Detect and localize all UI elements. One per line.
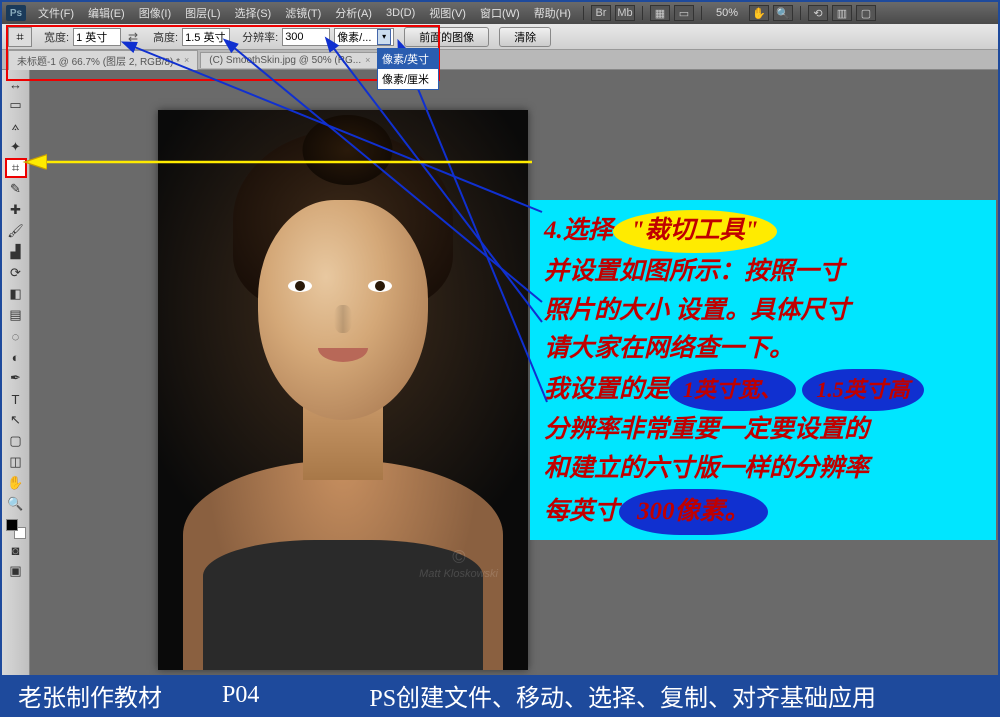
workspace: ↔ ▭ ⟑ ✦ ⌗ ✎ ✚ 🖌 ▟ ⟳ ◧ ▤ ◌ ◐ ✒ T ↖ ▢ ◫ ✋ …: [2, 70, 998, 675]
wand-tool[interactable]: ✦: [5, 137, 27, 157]
unit-dropdown-menu: 像素/英寸 像素/厘米: [377, 48, 439, 90]
height-label: 高度:: [153, 29, 178, 45]
launch-mb-icon[interactable]: Mb: [615, 5, 635, 21]
healing-tool[interactable]: ✚: [5, 200, 27, 220]
annot-text: 4.选择: [544, 212, 613, 251]
menu-edit[interactable]: 编辑(E): [82, 3, 131, 23]
dodge-tool[interactable]: ◐: [5, 347, 27, 367]
color-swatches[interactable]: [6, 519, 26, 539]
watermark: © Matt Kloskowski: [419, 547, 498, 580]
toolbox: ↔ ▭ ⟑ ✦ ⌗ ✎ ✚ 🖌 ▟ ⟳ ◧ ▤ ◌ ◐ ✒ T ↖ ▢ ◫ ✋ …: [2, 70, 30, 675]
document-tab[interactable]: (C) SmoothSkin.jpg @ 50% (RG... ×: [200, 52, 379, 68]
menu-help[interactable]: 帮助(H): [528, 3, 577, 23]
stamp-tool[interactable]: ▟: [5, 242, 27, 262]
canvas[interactable]: © Matt Kloskowski 4.选择 "裁切工具" 并设置如图所示：按照…: [30, 70, 998, 675]
menu-view[interactable]: 视图(V): [423, 3, 472, 23]
footer-page: P04: [222, 682, 259, 709]
options-bar: ⌗ 宽度: ⇄ 高度: 分辨率: 像素/... ▾ 前面的图像 清除 像素/英寸…: [2, 24, 998, 50]
resolution-input[interactable]: [282, 28, 330, 46]
width-input[interactable]: [73, 28, 121, 46]
annot-highlight: "裁切工具": [613, 210, 777, 253]
annot-highlight: 1英寸宽、: [669, 369, 796, 411]
arrange-docs-icon[interactable]: ▥: [832, 5, 852, 21]
document-image: © Matt Kloskowski: [158, 110, 528, 670]
separator: [583, 6, 584, 20]
close-icon[interactable]: ×: [184, 55, 189, 65]
annot-text: 我设置的是: [544, 371, 669, 410]
menu-3d[interactable]: 3D(D): [380, 5, 421, 21]
screen-mode-icon[interactable]: ▢: [856, 5, 876, 21]
annot-highlight: 300像素。: [619, 489, 768, 536]
pen-tool[interactable]: ✒: [5, 368, 27, 388]
annot-text: 并设置如图所示：按照一寸: [544, 253, 982, 292]
chevron-down-icon: ▾: [377, 29, 391, 45]
close-icon[interactable]: ×: [365, 55, 370, 65]
unit-option-inch[interactable]: 像素/英寸: [378, 49, 438, 69]
crop-tool-preset-icon[interactable]: ⌗: [8, 27, 32, 47]
menu-layer[interactable]: 图层(L): [179, 3, 226, 23]
annotation-panel: 4.选择 "裁切工具" 并设置如图所示：按照一寸 照片的大小 设置。具体尺寸 请…: [530, 200, 996, 540]
move-tool[interactable]: ↔: [5, 74, 27, 94]
gradient-tool[interactable]: ▤: [5, 305, 27, 325]
tutorial-footer: 老张制作教材 P04 PS创建文件、移动、选择、复制、对齐基础应用: [2, 675, 998, 715]
dropdown-value: 像素/...: [337, 29, 371, 45]
path-tool[interactable]: ↖: [5, 410, 27, 430]
menu-analysis[interactable]: 分析(A): [329, 3, 378, 23]
annot-text: 请大家在网络查一下。: [544, 330, 982, 369]
menu-file[interactable]: 文件(F): [32, 3, 80, 23]
menu-filter[interactable]: 滤镜(T): [279, 3, 327, 23]
height-input[interactable]: [182, 28, 230, 46]
annot-text: 照片的大小 设置。具体尺寸: [544, 292, 982, 331]
hand-tool-icon[interactable]: ✋: [749, 5, 769, 21]
quickmask-icon[interactable]: ◙: [5, 540, 27, 560]
annot-text: 分辨率非常重要一定要设置的: [544, 411, 982, 450]
footer-author: 老张制作教材: [18, 678, 162, 713]
clear-button[interactable]: 清除: [499, 27, 551, 47]
separator: [800, 6, 801, 20]
menu-select[interactable]: 选择(S): [229, 3, 278, 23]
front-image-button[interactable]: 前面的图像: [404, 27, 489, 47]
view-extras-icon[interactable]: ▦: [650, 5, 670, 21]
shape-tool[interactable]: ▢: [5, 431, 27, 451]
unit-option-cm[interactable]: 像素/厘米: [378, 69, 438, 89]
marquee-tool[interactable]: ▭: [5, 95, 27, 115]
document-tab[interactable]: 未标题-1 @ 66.7% (图层 2, RGB/8) * ×: [8, 50, 198, 70]
crop-tool[interactable]: ⌗: [5, 158, 27, 178]
eyedropper-tool[interactable]: ✎: [5, 179, 27, 199]
zoom-level[interactable]: 50%: [708, 7, 746, 19]
hand-tool[interactable]: ✋: [5, 473, 27, 493]
foreground-color[interactable]: [6, 519, 18, 531]
swap-dimensions-icon[interactable]: ⇄: [125, 30, 141, 44]
separator: [701, 6, 702, 20]
lasso-tool[interactable]: ⟑: [5, 116, 27, 136]
footer-title: PS创建文件、移动、选择、复制、对齐基础应用: [369, 678, 876, 713]
width-label: 宽度:: [44, 29, 69, 45]
resolution-label: 分辨率:: [242, 29, 278, 45]
rotate-view-icon[interactable]: ⟲: [808, 5, 828, 21]
resolution-unit-dropdown[interactable]: 像素/... ▾: [334, 28, 394, 46]
menubar: Ps 文件(F) 编辑(E) 图像(I) 图层(L) 选择(S) 滤镜(T) 分…: [2, 2, 998, 24]
view-rulers-icon[interactable]: ▭: [674, 5, 694, 21]
zoom-tool[interactable]: 🔍: [5, 494, 27, 514]
tab-label: (C) SmoothSkin.jpg @ 50% (RG...: [209, 55, 361, 66]
3d-tool[interactable]: ◫: [5, 452, 27, 472]
document-tabs: 未标题-1 @ 66.7% (图层 2, RGB/8) * × (C) Smoo…: [2, 50, 998, 70]
separator: [642, 6, 643, 20]
history-brush-tool[interactable]: ⟳: [5, 263, 27, 283]
type-tool[interactable]: T: [5, 389, 27, 409]
eraser-tool[interactable]: ◧: [5, 284, 27, 304]
tab-label: 未标题-1 @ 66.7% (图层 2, RGB/8) *: [17, 53, 180, 68]
brush-tool[interactable]: 🖌: [5, 221, 27, 241]
app-logo: Ps: [6, 5, 26, 21]
zoom-tool-icon[interactable]: 🔍: [773, 5, 793, 21]
annot-text: 每英寸: [544, 493, 619, 532]
annot-highlight: 1.5英寸高: [802, 369, 924, 411]
screenmode-icon[interactable]: ▣: [5, 561, 27, 581]
menu-image[interactable]: 图像(I): [133, 3, 177, 23]
annot-text: 和建立的六寸版一样的分辨率: [544, 450, 982, 489]
menu-window[interactable]: 窗口(W): [474, 3, 526, 23]
launch-bridge-icon[interactable]: Br: [591, 5, 611, 21]
blur-tool[interactable]: ◌: [5, 326, 27, 346]
